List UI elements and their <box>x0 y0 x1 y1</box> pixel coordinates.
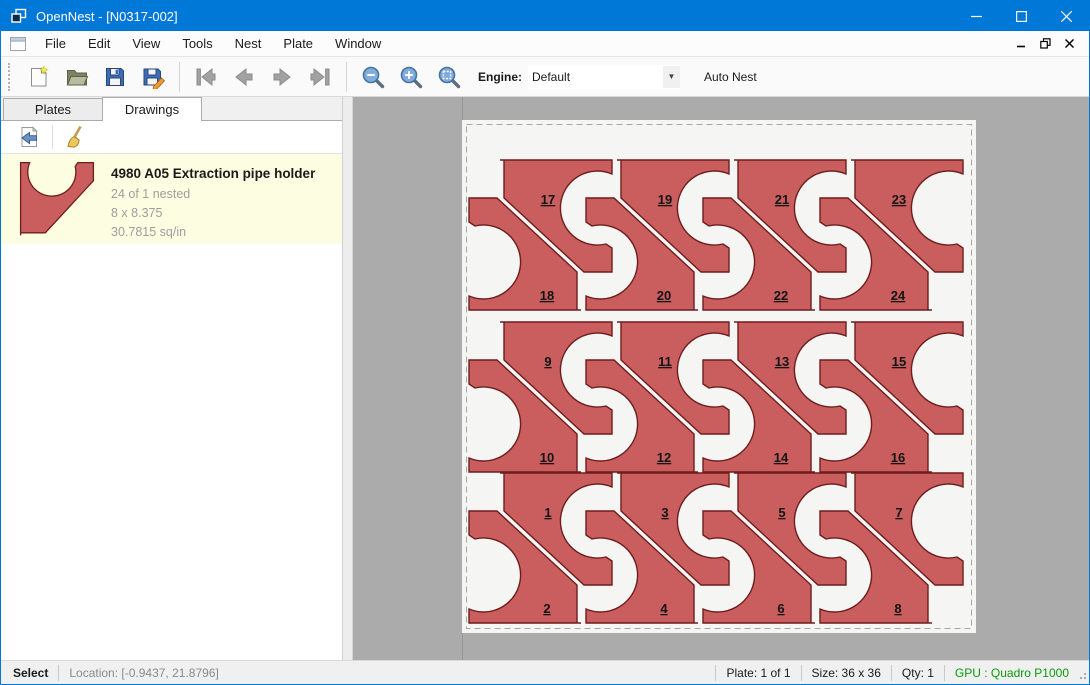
part-number-19: 19 <box>658 192 672 207</box>
zoom-in-icon[interactable] <box>395 61 427 93</box>
menu-edit[interactable]: Edit <box>77 32 121 55</box>
menu-window[interactable]: Window <box>324 32 392 55</box>
open-icon[interactable] <box>61 61 93 93</box>
save-as-icon[interactable] <box>137 61 169 93</box>
part-number-11: 11 <box>658 354 672 369</box>
drawing-size: 8 x 8.375 <box>111 204 315 223</box>
nest-parts: 171921231820222491113151012141613572468 <box>469 160 963 623</box>
engine-combobox[interactable]: Default ▼ <box>528 65 680 89</box>
menu-bar: File Edit View Tools Nest Plate Window <box>1 31 1089 57</box>
resize-grip[interactable] <box>1075 661 1089 684</box>
zoom-fit-icon[interactable] <box>433 61 465 93</box>
part-number-7: 7 <box>895 505 902 520</box>
left-panel: Plates Drawings <box>1 97 343 660</box>
part-number-21: 21 <box>775 192 789 207</box>
part-number-3: 3 <box>661 505 668 520</box>
mdi-minimize-button[interactable] <box>1009 34 1033 54</box>
maximize-button[interactable] <box>999 1 1044 31</box>
toolbar-grip[interactable] <box>8 63 12 91</box>
part-number-4: 4 <box>660 601 668 616</box>
menu-nest[interactable]: Nest <box>224 32 273 55</box>
mdi-close-button[interactable] <box>1057 34 1081 54</box>
menu-tools[interactable]: Tools <box>171 32 223 55</box>
drawing-nested-count: 24 of 1 nested <box>111 185 315 204</box>
chevron-down-icon[interactable]: ▼ <box>663 66 680 88</box>
new-icon[interactable] <box>23 61 55 93</box>
app-icon <box>11 8 27 24</box>
status-separator <box>715 665 716 681</box>
next-plate-icon[interactable] <box>266 61 298 93</box>
main-toolbar: Engine: Default ▼ Auto Nest <box>1 57 1089 97</box>
mdi-restore-button[interactable] <box>1033 34 1057 54</box>
main-area: Plates Drawings <box>1 97 1089 660</box>
part-number-16: 16 <box>891 450 905 465</box>
drawing-list-item[interactable]: 4980 A05 Extraction pipe holder 24 of 1 … <box>1 154 342 244</box>
status-separator <box>944 665 945 681</box>
previous-plate-icon[interactable] <box>228 61 260 93</box>
part-number-2: 2 <box>543 601 550 616</box>
panel-tabs: Plates Drawings <box>1 97 342 121</box>
part-number-15: 15 <box>892 354 906 369</box>
zoom-out-icon[interactable] <box>357 61 389 93</box>
menu-file[interactable]: File <box>34 32 77 55</box>
toolbar-separator <box>179 62 180 92</box>
part-thumbnail <box>15 164 99 234</box>
part-number-20: 20 <box>657 288 671 303</box>
part-number-12: 12 <box>657 450 671 465</box>
part-number-5: 5 <box>778 505 785 520</box>
plate[interactable]: 171921231820222491113151012141613572468 <box>462 120 976 633</box>
nest-svg: 171921231820222491113151012141613572468 <box>462 120 976 633</box>
menu-view[interactable]: View <box>121 32 171 55</box>
auto-nest-button[interactable]: Auto Nest <box>696 65 765 89</box>
part-number-24: 24 <box>891 288 906 303</box>
first-plate-icon[interactable] <box>190 61 222 93</box>
mdi-controls <box>1009 34 1089 54</box>
drawings-toolbar <box>1 121 342 154</box>
status-mode: Select <box>1 666 48 680</box>
import-drawing-icon[interactable] <box>15 123 43 151</box>
engine-label: Engine: <box>478 70 522 84</box>
title-bar: OpenNest - [N0317-002] <box>1 1 1089 31</box>
window-title: OpenNest - [N0317-002] <box>36 9 954 24</box>
last-plate-icon[interactable] <box>304 61 336 93</box>
part-number-8: 8 <box>894 601 901 616</box>
status-qty: Qty: 1 <box>902 666 934 680</box>
panel-splitter[interactable] <box>343 97 353 660</box>
part-number-17: 17 <box>541 192 555 207</box>
part-number-10: 10 <box>540 450 554 465</box>
toolbar-separator <box>52 125 53 149</box>
part-number-18: 18 <box>540 288 554 303</box>
part-number-23: 23 <box>892 192 906 207</box>
drawing-area: 30.7815 sq/in <box>111 223 315 242</box>
nest-canvas[interactable]: 171921231820222491113151012141613572468 <box>353 97 1089 660</box>
app-window: OpenNest - [N0317-002] File Edit View To… <box>0 0 1090 685</box>
document-icon[interactable] <box>10 37 26 51</box>
clean-icon[interactable] <box>62 123 90 151</box>
part-number-22: 22 <box>774 288 788 303</box>
part-number-14: 14 <box>774 450 789 465</box>
part-number-6: 6 <box>777 601 784 616</box>
status-size: Size: 36 x 36 <box>812 666 881 680</box>
engine-value: Default <box>528 70 663 84</box>
status-separator <box>801 665 802 681</box>
part-number-13: 13 <box>775 354 789 369</box>
menu-plate[interactable]: Plate <box>272 32 324 55</box>
status-separator <box>891 665 892 681</box>
status-plate: Plate: 1 of 1 <box>726 666 790 680</box>
part-number-1: 1 <box>544 505 551 520</box>
status-location: Location: [-0.9437, 21.8796] <box>69 666 218 680</box>
part-number-9: 9 <box>544 354 551 369</box>
drawing-title: 4980 A05 Extraction pipe holder <box>111 166 315 181</box>
tab-plates[interactable]: Plates <box>3 98 103 120</box>
save-icon[interactable] <box>99 61 131 93</box>
minimize-button[interactable] <box>954 1 999 31</box>
status-gpu: GPU : Quadro P1000 <box>955 666 1069 680</box>
drawing-info: 4980 A05 Extraction pipe holder 24 of 1 … <box>99 164 315 234</box>
close-button[interactable] <box>1044 1 1089 31</box>
tab-drawings[interactable]: Drawings <box>102 97 202 121</box>
toolbar-separator <box>346 62 347 92</box>
status-bar: Select Location: [-0.9437, 21.8796] Plat… <box>1 660 1089 684</box>
status-separator <box>58 665 59 681</box>
part-thumbnail-shape <box>21 163 94 236</box>
